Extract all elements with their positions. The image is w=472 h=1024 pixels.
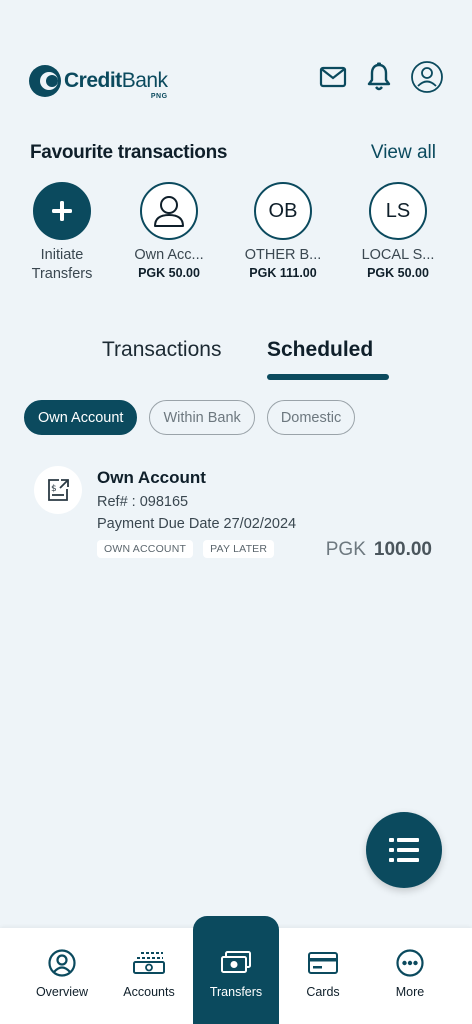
logo-mark-icon [29,65,61,97]
favourite-name: LOCAL S... [361,247,435,263]
favourites-row: Initiate Transfers Own Acc... PGK 50.00 … [12,182,460,292]
logo-credit-text: Credit [64,69,122,92]
transfers-icon [193,948,279,978]
transfers-screen: CreditBank PNG Favourite transactions Vi… [0,0,472,1024]
transaction-ref: Ref# : 098165 [97,494,189,510]
profile-icon[interactable] [410,60,444,94]
overview-icon [19,948,105,978]
favourite-name: Own Acc... [134,247,204,263]
transaction-currency: PGK [325,539,366,560]
tab-scheduled[interactable]: Scheduled [267,338,373,362]
nav-more[interactable]: More [367,928,453,1024]
nav-label: Cards [306,985,340,999]
tag-pay-later: PAY LATER [203,540,275,558]
logo-suffix: PNG [150,93,168,100]
transaction-amount-value: 100.00 [373,539,432,560]
favourite-avatar: OB [254,182,312,240]
cards-icon [280,948,366,978]
favourite-amount: PGK 50.00 [367,266,429,280]
nav-cards[interactable]: Cards [280,928,366,1024]
credit-bank-logo: CreditBank PNG [28,64,168,100]
bell-icon[interactable] [362,60,396,94]
transactions-tabs: Transactions Scheduled [0,338,472,388]
favourite-amount: PGK 50.00 [138,266,200,280]
view-all-link[interactable]: View all [371,142,436,164]
filter-domestic[interactable]: Domestic [266,400,356,435]
filter-own-account[interactable]: Own Account [24,400,138,435]
more-icon [367,948,453,978]
favourite-other-bank[interactable]: OB OTHER B... PGK 111.00 [233,182,333,280]
favourite-initiate-transfers[interactable]: Initiate Transfers [12,182,112,284]
transaction-title: Own Account [97,468,206,487]
favourite-amount: PGK 111.00 [249,266,317,280]
app-header: CreditBank PNG [28,58,444,106]
scheduled-transaction-item[interactable]: $ Own Account Ref# : 098165 Payment Due … [34,466,432,566]
nav-overview[interactable]: Overview [19,928,105,1024]
tag-own-account: OWN ACCOUNT [97,540,194,558]
nav-label: Overview [35,985,89,999]
transaction-due-date: Payment Due Date 27/02/2024 [97,516,297,532]
nav-transfers[interactable]: Transfers [193,916,279,1024]
favourite-name: OTHER B... [244,247,322,263]
plus-icon [33,182,91,240]
active-tab-indicator [267,374,389,380]
scheduled-payment-icon: $ [34,466,82,514]
transaction-amount: PGK 100.00 [326,539,432,561]
favourite-local-s[interactable]: LS LOCAL S... PGK 50.00 [348,182,448,280]
logo-bank-text: Bank [121,69,168,92]
transaction-tags: OWN ACCOUNT PAY LATER [97,540,284,558]
list-icon [389,838,419,862]
favourite-name-line1: Initiate [40,247,84,263]
tab-transactions[interactable]: Transactions [102,338,221,362]
list-menu-button[interactable] [366,812,442,888]
favourite-name-line2: Transfers [31,266,93,282]
user-icon [140,182,198,240]
bottom-navigation: Overview Accounts Transfers Cards More [0,916,472,1024]
nav-label: More [395,985,425,999]
mail-icon[interactable] [316,60,350,94]
nav-accounts[interactable]: Accounts [106,928,192,1024]
nav-label: Transfers [209,985,263,999]
favourite-avatar: LS [369,182,427,240]
nav-label: Accounts [123,985,175,999]
favourites-title: Favourite transactions [30,142,228,163]
favourite-own-account[interactable]: Own Acc... PGK 50.00 [119,182,219,280]
filter-chips: Own Account Within Bank Domestic [24,400,367,435]
svg-text:$: $ [51,484,57,494]
filter-within-bank[interactable]: Within Bank [149,400,255,435]
accounts-icon [106,948,192,978]
